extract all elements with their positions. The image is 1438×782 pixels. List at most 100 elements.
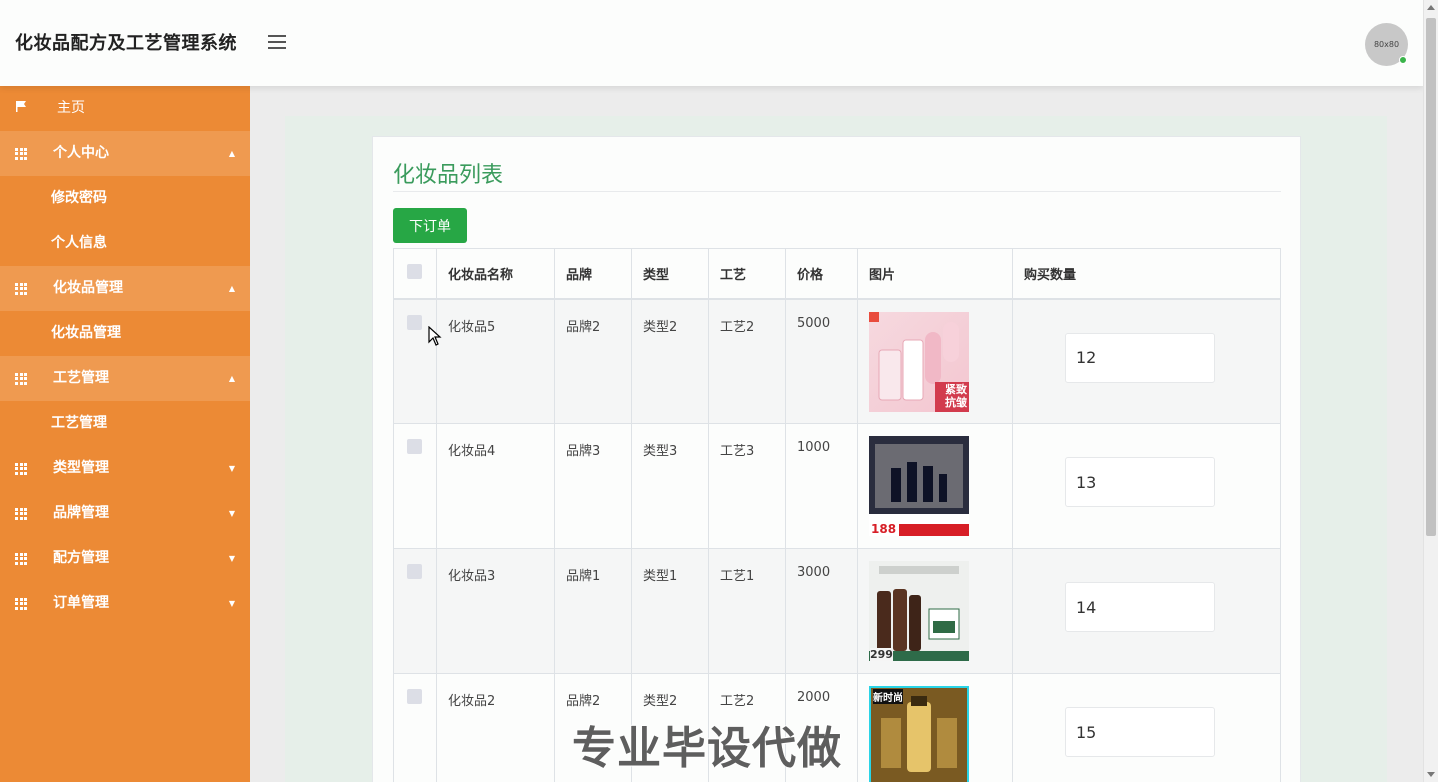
quantity-input[interactable] bbox=[1065, 457, 1215, 507]
cosmetics-table: 化妆品名称 品牌 类型 工艺 价格 图片 购买数量 化妆品5 品牌2 类型2 工… bbox=[393, 248, 1281, 782]
column-header-image: 图片 bbox=[857, 248, 1013, 300]
quantity-input[interactable] bbox=[1065, 707, 1215, 757]
row-select-cell bbox=[393, 423, 437, 549]
cell-type: 类型1 bbox=[631, 548, 709, 674]
hamburger-menu-icon[interactable] bbox=[268, 35, 290, 53]
main-area: 化妆品列表 下订单 化妆品名称 品牌 类型 工艺 价格 图片 购买数量 化妆品5… bbox=[250, 86, 1423, 782]
grid-icon bbox=[15, 266, 29, 311]
row-select-cell bbox=[393, 673, 437, 782]
caret-up-icon: ▲ bbox=[228, 284, 235, 293]
sidebar-item-personal-center[interactable]: 个人中心 ▲ bbox=[0, 131, 250, 176]
cell-quantity bbox=[1012, 423, 1281, 549]
column-header-quantity: 购买数量 bbox=[1012, 248, 1281, 300]
sidebar-item-label: 修改密码 bbox=[51, 190, 107, 206]
sidebar-item-home[interactable]: 主页 bbox=[0, 86, 250, 131]
sidebar-item-type-management[interactable]: 类型管理 ▼ bbox=[0, 446, 250, 491]
sidebar-item-cosmetics-management[interactable]: 化妆品管理 ▲ bbox=[0, 266, 250, 311]
cosmetics-list-card: 化妆品列表 下订单 化妆品名称 品牌 类型 工艺 价格 图片 购买数量 化妆品5… bbox=[372, 136, 1301, 782]
sidebar-item-label: 工艺管理 bbox=[53, 370, 109, 386]
place-order-button[interactable]: 下订单 bbox=[393, 208, 467, 243]
product-image[interactable]: 紧致 抗皱 bbox=[869, 311, 969, 412]
scroll-down-arrow-icon[interactable] bbox=[1427, 772, 1435, 777]
sidebar-item-change-password[interactable]: 修改密码 bbox=[0, 176, 250, 221]
flag-icon bbox=[15, 86, 29, 131]
cell-price: 3000 bbox=[785, 548, 858, 674]
sidebar-item-craft-management[interactable]: 工艺管理 ▲ bbox=[0, 356, 250, 401]
caret-down-icon: ▼ bbox=[228, 599, 235, 608]
quantity-input[interactable] bbox=[1065, 582, 1215, 632]
cell-quantity bbox=[1012, 673, 1281, 782]
app-title: 化妆品配方及工艺管理系统 bbox=[15, 33, 237, 54]
row-checkbox[interactable] bbox=[407, 439, 422, 454]
table-row: 化妆品5 品牌2 类型2 工艺2 5000 紧致 抗皱 12 bbox=[393, 298, 1281, 424]
sidebar-item-label: 品牌管理 bbox=[53, 505, 109, 521]
select-all-header bbox=[393, 248, 437, 300]
avatar-placeholder-text: 80x80 bbox=[1373, 40, 1400, 49]
mouse-pointer-icon bbox=[428, 325, 442, 350]
cell-brand: 品牌2 bbox=[554, 298, 632, 424]
cell-name: 化妆品2 bbox=[436, 673, 555, 782]
watermark-overlay: 专业毕设代做 bbox=[572, 723, 842, 774]
row-checkbox[interactable] bbox=[407, 564, 422, 579]
cell-image: 新时尚 bbox=[857, 673, 1013, 782]
sidebar: 主页 个人中心 ▲ 修改密码 个人信息 化妆品管理 ▲ 化妆品管理 工艺管理 ▲… bbox=[0, 86, 250, 782]
product-image-caption: 新时尚 bbox=[873, 689, 903, 704]
sidebar-item-label: 个人信息 bbox=[51, 235, 107, 251]
quantity-input[interactable] bbox=[1065, 332, 1215, 383]
row-checkbox[interactable] bbox=[407, 314, 422, 330]
column-header-type: 类型 bbox=[631, 248, 709, 300]
column-header-brand: 品牌 bbox=[554, 248, 632, 300]
cell-brand: 品牌1 bbox=[554, 548, 632, 674]
grid-icon bbox=[15, 536, 29, 581]
row-checkbox[interactable] bbox=[407, 689, 422, 704]
grid-icon bbox=[15, 446, 29, 491]
grid-icon bbox=[15, 491, 29, 536]
sidebar-item-personal-info[interactable]: 个人信息 bbox=[0, 221, 250, 266]
product-image-caption: 188 bbox=[871, 522, 897, 536]
sidebar-item-label: 个人中心 bbox=[53, 145, 109, 161]
product-image[interactable]: 188 bbox=[869, 436, 969, 536]
sidebar-item-label: 类型管理 bbox=[53, 460, 109, 476]
grid-icon bbox=[15, 131, 29, 176]
sidebar-item-label: 化妆品管理 bbox=[51, 325, 121, 341]
product-image-caption: 紧致 抗皱 bbox=[945, 382, 967, 409]
cell-quantity bbox=[1012, 298, 1281, 424]
cell-name: 化妆品4 bbox=[436, 423, 555, 549]
cell-brand: 品牌3 bbox=[554, 423, 632, 549]
page-title: 化妆品列表 bbox=[393, 163, 504, 188]
title-divider bbox=[393, 191, 1281, 192]
cell-craft: 工艺2 bbox=[708, 298, 786, 424]
cell-type: 类型2 bbox=[631, 298, 709, 424]
scrollbar-thumb[interactable] bbox=[1426, 18, 1436, 536]
caret-down-icon: ▼ bbox=[228, 509, 235, 518]
row-select-cell bbox=[393, 298, 437, 424]
sidebar-item-cosmetics-management-sub[interactable]: 化妆品管理 bbox=[0, 311, 250, 356]
product-image[interactable]: 299 bbox=[869, 561, 969, 661]
cell-quantity bbox=[1012, 548, 1281, 674]
column-header-craft: 工艺 bbox=[708, 248, 786, 300]
sidebar-item-label: 工艺管理 bbox=[51, 415, 107, 431]
top-header: 化妆品配方及工艺管理系统 80x80 bbox=[0, 0, 1423, 86]
product-image[interactable]: 新时尚 bbox=[869, 686, 969, 782]
cell-craft: 工艺1 bbox=[708, 548, 786, 674]
sidebar-item-brand-management[interactable]: 品牌管理 ▼ bbox=[0, 491, 250, 536]
cell-image: 299 bbox=[857, 548, 1013, 674]
avatar[interactable]: 80x80 bbox=[1365, 23, 1408, 66]
column-header-price: 价格 bbox=[785, 248, 858, 300]
cell-name: 化妆品5 bbox=[436, 298, 555, 424]
scroll-up-arrow-icon[interactable] bbox=[1427, 5, 1435, 10]
sidebar-item-formula-management[interactable]: 配方管理 ▼ bbox=[0, 536, 250, 581]
content-wrapper: 化妆品列表 下订单 化妆品名称 品牌 类型 工艺 价格 图片 购买数量 化妆品5… bbox=[285, 116, 1387, 782]
sidebar-item-craft-management-sub[interactable]: 工艺管理 bbox=[0, 401, 250, 446]
cell-image: 188 bbox=[857, 423, 1013, 549]
caret-down-icon: ▼ bbox=[228, 554, 235, 563]
select-all-checkbox[interactable] bbox=[407, 263, 422, 279]
sidebar-item-label: 主页 bbox=[57, 100, 85, 116]
caret-down-icon: ▼ bbox=[228, 464, 235, 473]
sidebar-item-order-management[interactable]: 订单管理 ▼ bbox=[0, 581, 250, 626]
page-scrollbar[interactable] bbox=[1423, 0, 1438, 782]
caret-up-icon: ▲ bbox=[228, 374, 235, 383]
grid-icon bbox=[15, 581, 29, 626]
grid-icon bbox=[15, 356, 29, 401]
column-header-name: 化妆品名称 bbox=[436, 248, 555, 300]
